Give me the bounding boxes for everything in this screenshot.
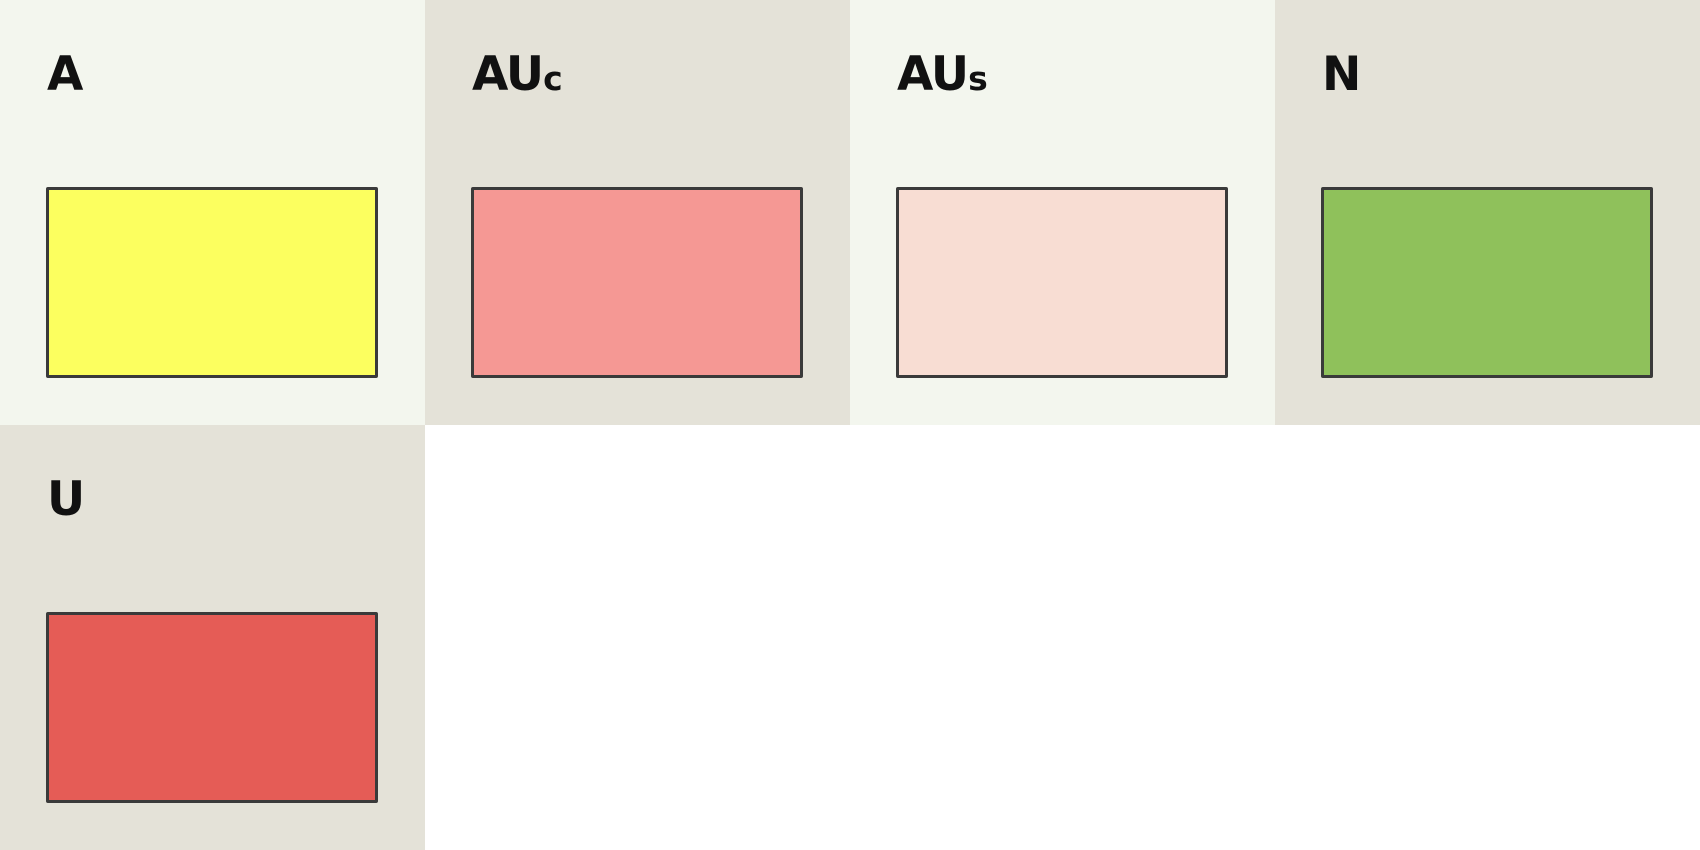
legend-tile-u: U [0,425,425,850]
legend-label: A [47,47,83,102]
legend-label: U [47,472,85,527]
color-swatch [46,612,378,803]
legend-label: AUs [897,47,988,102]
legend-tile-auc: AUc [425,0,850,425]
legend-tile-n: N [1275,0,1700,425]
color-swatch [471,187,803,378]
legend-tile-a: A [0,0,425,425]
legend-tile-aus: AUs [850,0,1275,425]
legend-label: N [1322,47,1361,102]
color-swatch [1321,187,1653,378]
color-legend-grid: A AUc AUs N U [0,0,1700,850]
legend-label: AUc [472,47,563,102]
color-swatch [46,187,378,378]
color-swatch [896,187,1228,378]
